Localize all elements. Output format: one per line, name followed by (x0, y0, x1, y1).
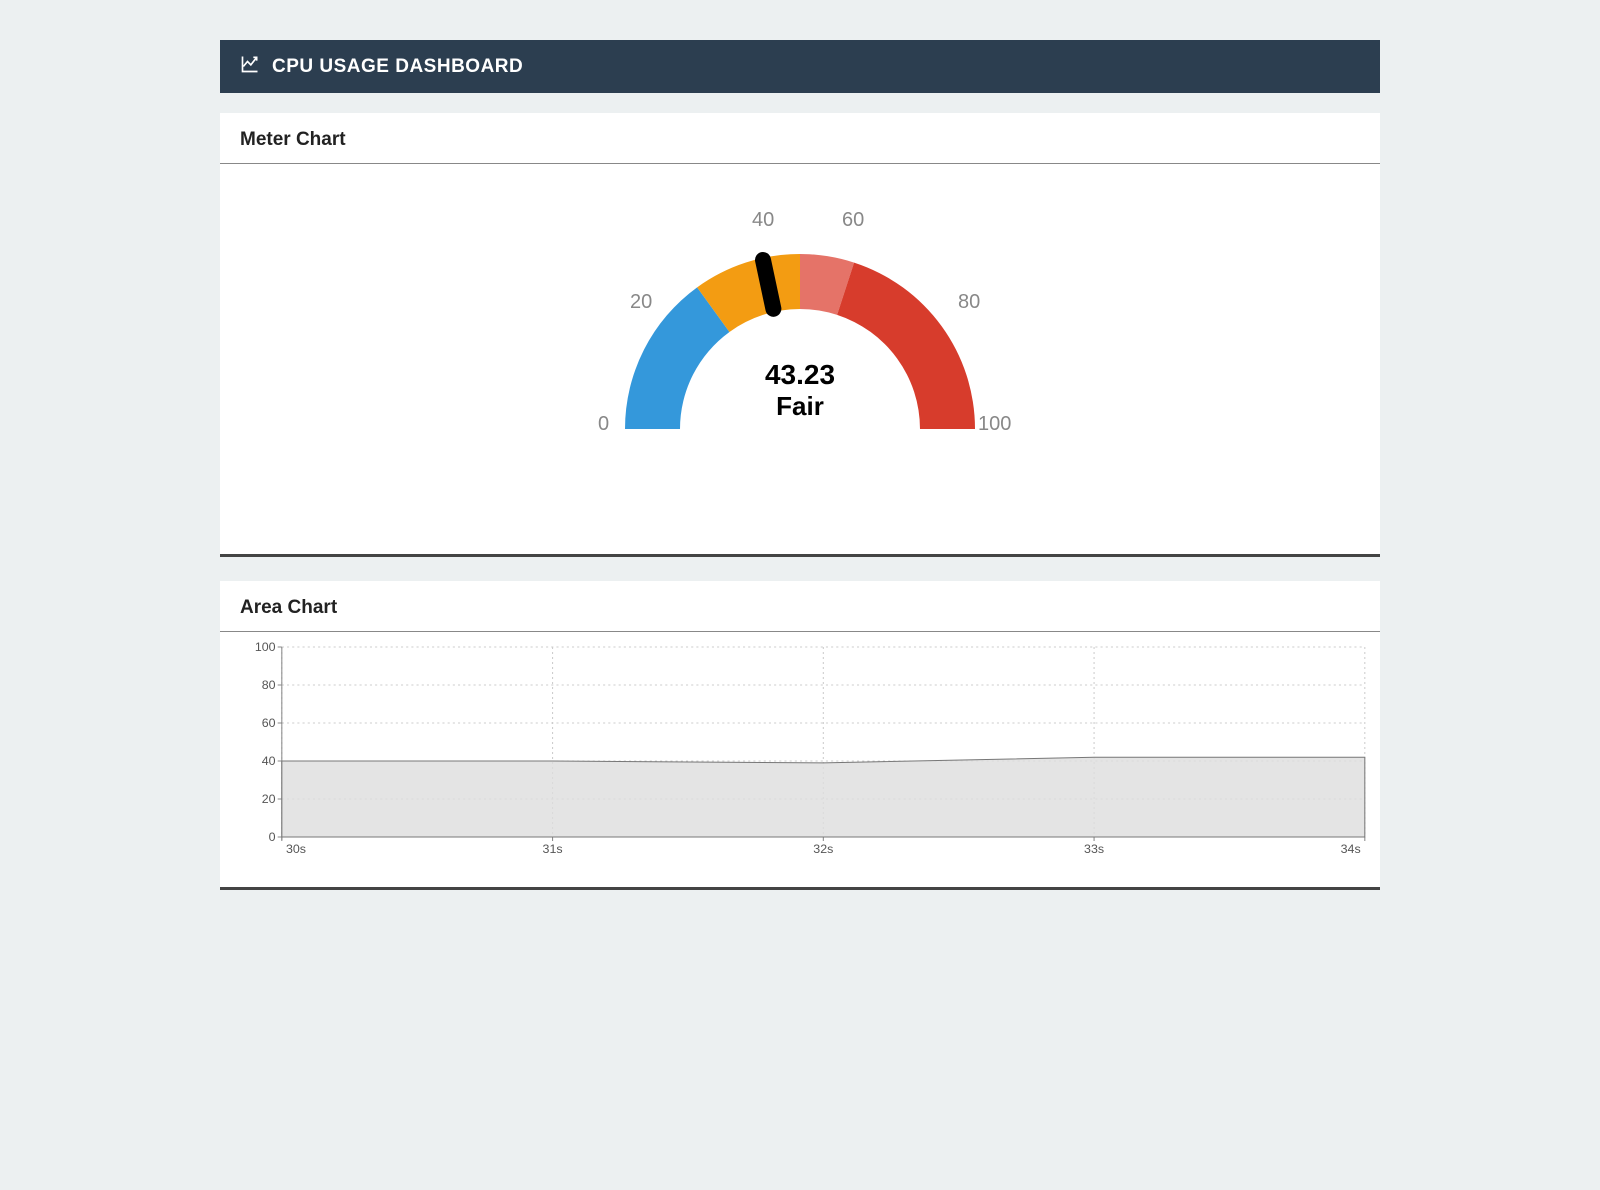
svg-text:34s: 34s (1341, 842, 1361, 856)
svg-text:0: 0 (269, 830, 276, 844)
gauge-chart: 0 20 40 60 80 100 43.23 Fair (580, 199, 1020, 459)
svg-text:60: 60 (262, 716, 276, 730)
svg-text:32s: 32s (813, 842, 833, 856)
svg-text:31s: 31s (543, 842, 563, 856)
panel-title: Meter Chart (220, 113, 1380, 164)
svg-text:30s: 30s (286, 842, 306, 856)
gauge-tick: 40 (752, 209, 774, 232)
gauge-value-number: 43.23 (765, 359, 835, 391)
gauge-tick: 100 (978, 413, 1011, 436)
svg-text:40: 40 (262, 754, 276, 768)
svg-text:20: 20 (262, 792, 276, 806)
panel-title: Area Chart (220, 581, 1380, 632)
meter-chart-panel: Meter Chart (220, 113, 1380, 557)
svg-text:33s: 33s (1084, 842, 1104, 856)
gauge-tick: 20 (630, 291, 652, 314)
area-chart: 100 80 60 40 20 0 30s 31s 32s 33s 34s (230, 637, 1370, 867)
svg-text:80: 80 (262, 678, 276, 692)
chart-line-icon (240, 54, 260, 79)
gauge-readout: 43.23 Fair (765, 359, 835, 422)
svg-text:100: 100 (255, 640, 276, 654)
dashboard-header: CPU USAGE DASHBOARD (220, 40, 1380, 93)
gauge-tick: 80 (958, 291, 980, 314)
gauge-tick: 0 (598, 413, 609, 436)
dashboard-title: CPU USAGE DASHBOARD (272, 56, 523, 78)
gauge-tick: 60 (842, 209, 864, 232)
gauge-status-label: Fair (765, 391, 835, 422)
area-chart-panel: Area Chart (220, 581, 1380, 890)
